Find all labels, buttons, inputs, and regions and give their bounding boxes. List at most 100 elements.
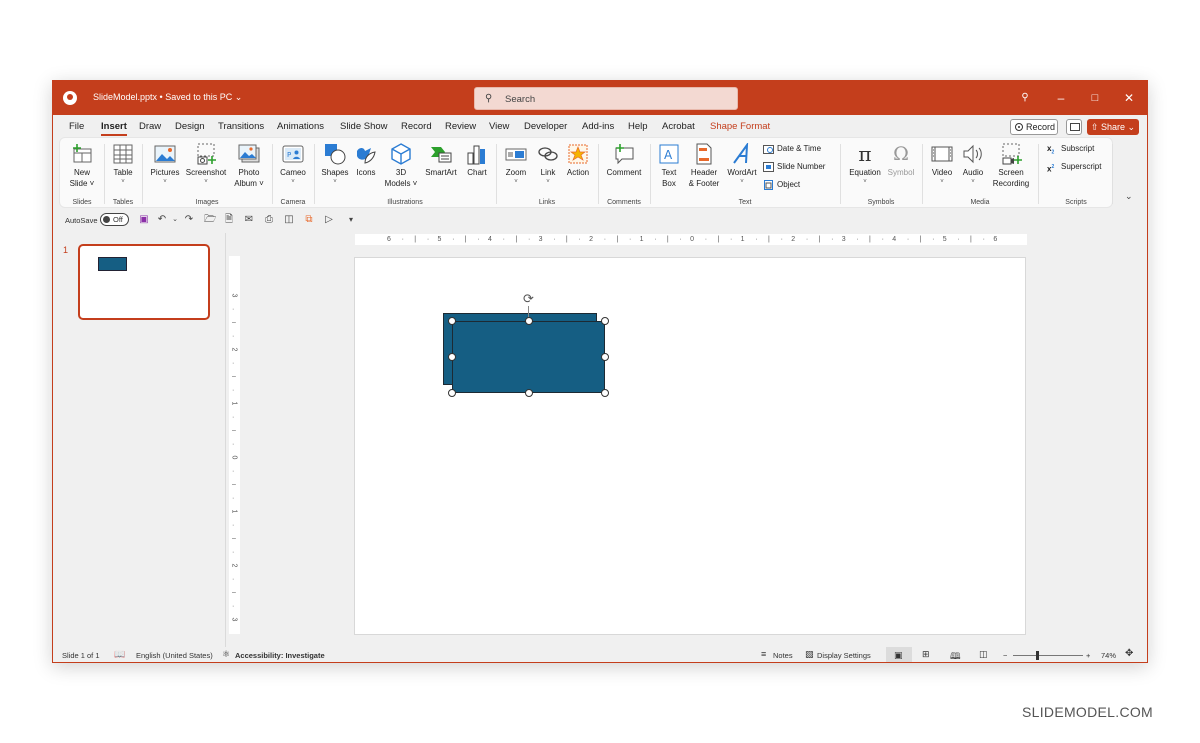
save-icon[interactable]: ▣ [138, 214, 150, 226]
tab-draw[interactable]: Draw [139, 121, 161, 132]
tab-file[interactable]: File [69, 121, 84, 132]
equation-button[interactable]: π Equation ˅ [845, 143, 885, 186]
slide-sorter-icon[interactable]: ⊞ [922, 649, 930, 660]
audio-button[interactable]: Audio ˅ [959, 143, 987, 186]
tab-animations[interactable]: Animations [277, 121, 324, 132]
link-chevron-icon: ˅ [535, 178, 561, 186]
tab-slide-show[interactable]: Slide Show [340, 121, 388, 132]
zoom-out-button[interactable]: − [1003, 651, 1007, 660]
pictures-button[interactable]: Pictures ˅ [149, 143, 181, 186]
ruler-tick: · [528, 236, 530, 243]
photo-album-button[interactable]: Photo Album ˅ [231, 143, 267, 189]
cameo-label: Cameo [277, 167, 309, 178]
pane-splitter[interactable] [225, 233, 226, 651]
resize-handle-bottom-left[interactable] [448, 389, 456, 397]
resize-handle-left[interactable] [448, 353, 456, 361]
resize-handle-top-right[interactable] [601, 317, 609, 325]
tab-developer[interactable]: Developer [524, 121, 567, 132]
file-name-status[interactable]: SlideModel.pptx • Saved to this PC ⌄ [93, 92, 242, 103]
slide-thumbnail[interactable] [78, 244, 210, 320]
ruler-tick: · [232, 333, 234, 340]
close-button[interactable]: ✕ [1121, 90, 1137, 106]
tab-review[interactable]: Review [445, 121, 476, 132]
symbol-button[interactable]: Ω Symbol [885, 143, 917, 178]
undo-dropdown-icon[interactable]: ⌄ [169, 214, 181, 226]
tab-view[interactable]: View [489, 121, 509, 132]
open-folder-icon[interactable]: 🗁 [204, 214, 216, 226]
resize-handle-bottom-right[interactable] [601, 389, 609, 397]
zoom-level[interactable]: 74% [1101, 651, 1116, 660]
email-icon[interactable]: ✉ [243, 214, 255, 226]
tab-insert[interactable]: Insert [101, 121, 127, 132]
date-time-button[interactable]: Date & Time [763, 142, 821, 156]
location-icon[interactable]: ⚲ [1017, 90, 1033, 106]
tab-transitions[interactable]: Transitions [218, 121, 264, 132]
action-button[interactable]: Action [563, 143, 593, 178]
customize-toolbar-icon[interactable]: ▾ [345, 214, 357, 226]
minimize-button[interactable]: – [1053, 90, 1069, 106]
screenshot-button[interactable]: Screenshot ˅ [185, 143, 227, 186]
chart-button[interactable]: Chart [463, 143, 491, 178]
ruler-tick: | [768, 236, 770, 243]
zoom-slider-track[interactable] [1013, 655, 1083, 656]
text-box-button[interactable]: A Text Box [655, 143, 683, 189]
header-footer-button[interactable]: Header & Footer [685, 143, 723, 189]
cameo-button[interactable]: P Cameo ˅ [277, 143, 309, 186]
zoom-in-button[interactable]: + [1086, 651, 1090, 660]
search-box[interactable]: ⚲ Search [474, 87, 738, 110]
tab-add-ins[interactable]: Add-ins [582, 121, 614, 132]
comments-button[interactable] [1066, 119, 1082, 135]
ribbon-expand-chevron-icon[interactable]: ⌄ [1125, 191, 1133, 202]
tab-acrobat[interactable]: Acrobat [662, 121, 695, 132]
resize-handle-right[interactable] [601, 353, 609, 361]
object-button[interactable]: Object [763, 178, 800, 192]
tab-help[interactable]: Help [628, 121, 648, 132]
reading-view-icon[interactable]: 🕮 [950, 649, 961, 663]
new-slide-button[interactable]: New Slide ˅ [64, 143, 100, 189]
resize-handle-top-left[interactable] [448, 317, 456, 325]
tab-record[interactable]: Record [401, 121, 432, 132]
fit-to-window-icon[interactable]: ✥ [1125, 648, 1133, 659]
slide-show-icon[interactable]: ◫ [979, 649, 988, 660]
icons-button[interactable]: Icons [353, 143, 379, 178]
normal-view-button[interactable]: ▣ [886, 647, 912, 663]
spelling-check-icon[interactable]: 📖 [114, 649, 125, 660]
comment-button[interactable]: Comment [603, 143, 645, 178]
display-settings-button[interactable]: Display Settings [817, 651, 871, 660]
maximize-button[interactable]: □ [1087, 90, 1103, 106]
notes-button[interactable]: Notes [773, 651, 793, 660]
new-file-icon[interactable]: 🗎 [223, 214, 235, 226]
slide-number-button[interactable]: Slide Number [763, 160, 825, 174]
record-button[interactable]: Record [1010, 119, 1058, 135]
smartart-button[interactable]: SmartArt [421, 143, 461, 178]
shapes-button[interactable]: Shapes ˅ [319, 143, 351, 186]
rectangle-shape-selected[interactable] [452, 321, 605, 393]
screen-recording-button[interactable]: Screen Recording [989, 143, 1033, 189]
present-icon[interactable]: ◫ [283, 214, 295, 226]
tab-shape-format[interactable]: Shape Format [710, 121, 770, 132]
video-button[interactable]: Video ˅ [927, 143, 957, 186]
table-button[interactable]: Table ˅ [109, 143, 137, 186]
language-status[interactable]: English (United States) [136, 651, 213, 660]
resize-handle-bottom[interactable] [525, 389, 533, 397]
wordart-button[interactable]: WordArt ˅ [725, 143, 759, 186]
autosave-toggle[interactable]: Off [100, 213, 129, 226]
duplicate-slide-icon[interactable]: ⧉ [303, 214, 315, 226]
superscript-button[interactable]: x2 Superscript [1047, 160, 1101, 174]
resize-handle-top[interactable] [525, 317, 533, 325]
ruler-tick: – [232, 481, 236, 488]
redo-icon[interactable]: ↷ [183, 214, 195, 226]
zoom-slider-thumb[interactable] [1036, 651, 1039, 660]
accessibility-status[interactable]: Accessibility: Investigate [235, 651, 325, 660]
quick-print-icon[interactable]: ⎙ [263, 214, 275, 226]
undo-icon[interactable]: ↶ [156, 214, 168, 226]
tab-design[interactable]: Design [175, 121, 205, 132]
share-button[interactable]: ⇧ Share ⌄ [1087, 119, 1139, 135]
comment-play-icon[interactable]: ▷ [323, 214, 335, 226]
zoom-button[interactable]: Zoom ˅ [501, 143, 531, 186]
3d-models-button[interactable]: 3D Models ˅ [383, 143, 419, 189]
subscript-button[interactable]: x2 Subscript [1047, 142, 1094, 156]
link-button[interactable]: Link ˅ [535, 143, 561, 186]
slide-canvas[interactable]: ⟳ [354, 257, 1026, 635]
rotate-handle-icon[interactable]: ⟳ [521, 291, 536, 306]
